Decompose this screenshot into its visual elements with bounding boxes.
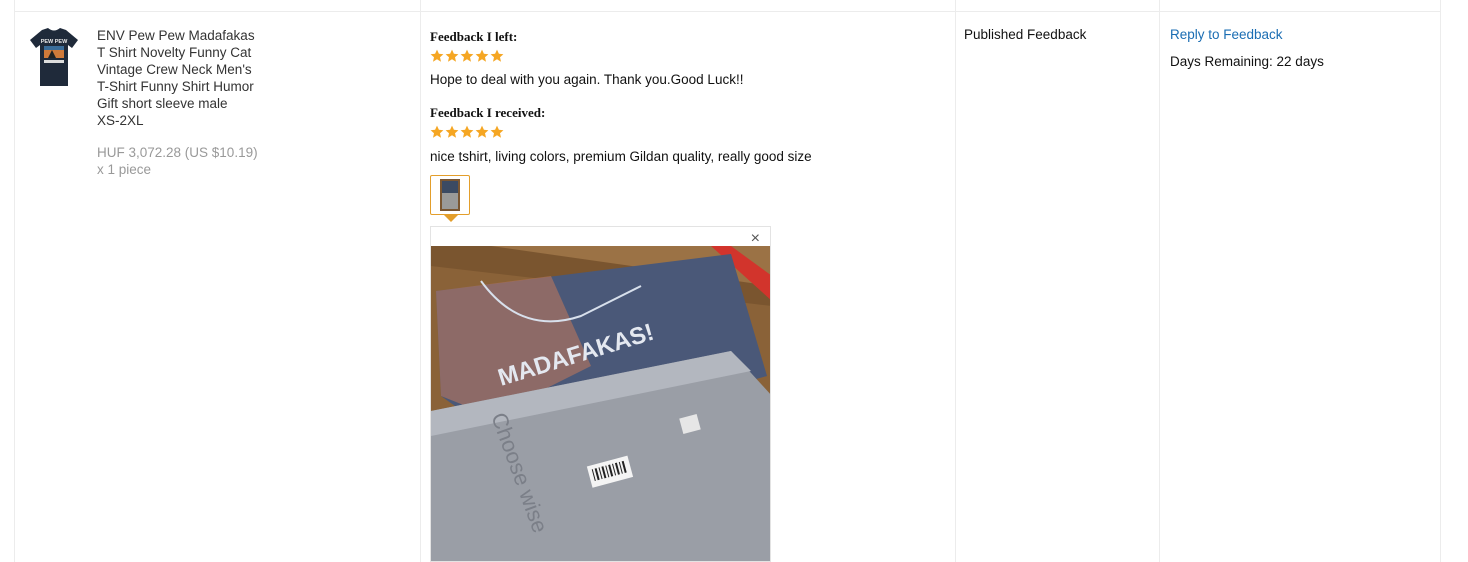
- feedback-photo-viewer: × MADAFAKAS! Choose wise: [430, 226, 771, 562]
- product-title-line: Gift short sleeve male: [97, 96, 228, 111]
- star-icon: [475, 125, 489, 138]
- star-icon: [460, 49, 474, 62]
- feedback-left-heading: Feedback I left:: [430, 29, 518, 44]
- feedback-photo-thumbnail[interactable]: [430, 175, 470, 215]
- reply-to-feedback-link[interactable]: Reply to Feedback: [1170, 27, 1283, 42]
- product-title-line: T Shirt Novelty Funny Cat: [97, 45, 252, 60]
- star-icon: [430, 49, 444, 62]
- feedback-left-text: Hope to deal with you again. Thank you.G…: [430, 72, 744, 87]
- star-icon: [475, 49, 489, 62]
- star-icon: [445, 49, 459, 62]
- star-icon: [445, 125, 459, 138]
- product-title-line: T-Shirt Funny Shirt Humor: [97, 79, 254, 94]
- star-icon: [460, 125, 474, 138]
- table-top-border: [14, 11, 1440, 12]
- feedback-received-rating: [430, 125, 504, 139]
- feedback-received-heading: Feedback I received:: [430, 105, 546, 120]
- column-divider: [1159, 0, 1160, 562]
- product-info: ENV Pew Pew Madafakas T Shirt Novelty Fu…: [97, 27, 272, 178]
- days-remaining: Days Remaining: 22 days: [1170, 54, 1324, 69]
- column-divider: [955, 0, 956, 562]
- star-icon: [490, 125, 504, 138]
- feedback-photo: MADAFAKAS! Choose wise: [431, 246, 770, 561]
- thumbnail-print-text: PEW PEW: [41, 39, 68, 45]
- product-title[interactable]: ENV Pew Pew Madafakas T Shirt Novelty Fu…: [97, 27, 272, 129]
- column-divider: [14, 0, 15, 562]
- product-title-line: ENV Pew Pew Madafakas: [97, 28, 255, 43]
- column-divider: [1440, 0, 1441, 562]
- star-icon: [490, 49, 504, 62]
- tshirt-image: PEW PEW: [30, 28, 78, 86]
- feedback-status: Published Feedback: [964, 27, 1087, 42]
- feedback-received-text: nice tshirt, living colors, premium Gild…: [430, 149, 812, 164]
- photo-thumbnail-pointer: [444, 215, 458, 222]
- photo-thumbnail-image: [440, 179, 460, 211]
- feedback-left-rating: [430, 49, 504, 63]
- product-thumbnail[interactable]: PEW PEW: [28, 26, 80, 88]
- product-title-line: Vintage Crew Neck Men's: [97, 62, 252, 77]
- product-quantity: x 1 piece: [97, 162, 152, 177]
- star-icon: [430, 125, 444, 138]
- product-price: HUF 3,072.28 (US $10.19): [97, 145, 258, 160]
- column-divider: [420, 0, 421, 562]
- product-title-line: XS-2XL: [97, 113, 144, 128]
